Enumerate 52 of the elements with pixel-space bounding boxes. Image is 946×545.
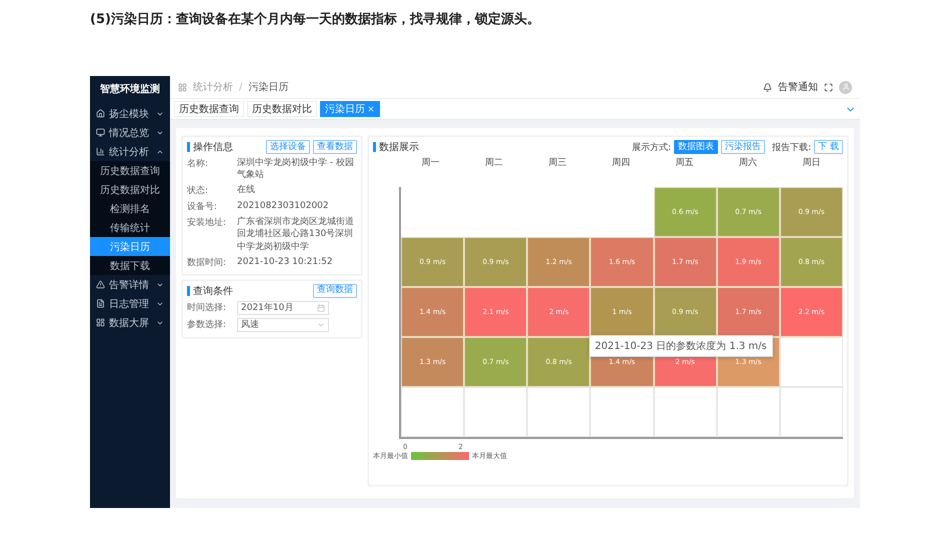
sidebar-subitem[interactable]: 数据下载 <box>90 256 170 275</box>
weekday-label: 周一 <box>422 157 440 169</box>
sidebar-item[interactable]: 数据大屏 <box>90 313 170 332</box>
select-field[interactable]: 风速 <box>237 318 329 332</box>
page-tab[interactable]: 历史数据查询 <box>174 101 244 117</box>
tooltip: 2021-10-23 日的参数浓度为 1.3 m/s <box>588 335 773 358</box>
field-label: 设备号: <box>187 200 218 214</box>
field-label: 状态: <box>187 184 210 198</box>
bell-icon[interactable] <box>763 82 772 92</box>
sidebar-item[interactable]: 扬尘模块 <box>90 104 170 123</box>
panel-title: 查询条件 <box>193 284 234 298</box>
weekday-label: 周五 <box>675 157 694 169</box>
panel-title: 数据展示 <box>379 141 420 154</box>
breadcrumb-separator: / <box>239 82 242 92</box>
page-heading: (5)污染日历：查询设备在某个月内每一天的数据指标，找寻规律，锁定源头。 <box>89 10 541 29</box>
field-label: 时间选择: <box>187 302 228 314</box>
field-value: 2021-10-23 10:21:52 <box>237 256 333 269</box>
sidebar-subitem[interactable]: 传输统计 <box>90 218 170 237</box>
weekday-label: 周四 <box>612 157 630 169</box>
sidebar-item[interactable]: 情况总览 <box>90 123 170 142</box>
field-value: 2021082303102002 <box>237 200 329 214</box>
sidebar-subitem[interactable]: 检测排名 <box>90 199 170 218</box>
download-label: 报告下载: <box>772 142 812 154</box>
sidebar-item[interactable]: 统计分析 <box>90 142 170 161</box>
field-value: 在线 <box>237 184 255 198</box>
sidebar-item[interactable]: 日志管理 <box>90 294 170 313</box>
field-value: 深圳中学龙岗初级中学 - 校园气象站 <box>237 157 355 182</box>
title-marker <box>373 142 376 152</box>
field-value: 广东省深圳市龙岗区龙城街道回龙埔社区最心路130号深圳中学龙岗初级中学 <box>237 216 355 253</box>
sidebar-subitem[interactable]: 历史数据查询 <box>90 161 170 180</box>
page-tab[interactable]: 历史数据对比 <box>247 101 317 117</box>
field-label: 名称: <box>187 158 210 171</box>
field-label: 参数选择: <box>187 318 228 332</box>
weekday-label: 周六 <box>738 156 757 169</box>
date-field[interactable]: 2021年10月 <box>237 300 329 315</box>
field-label: 安装地址: <box>187 216 228 230</box>
weekday-label: 周二 <box>485 157 504 169</box>
notice-link[interactable]: 告警通知 <box>778 80 818 94</box>
field-label: 数据时间: <box>187 256 228 269</box>
color-scale[interactable] <box>411 452 469 460</box>
title-marker <box>187 142 190 152</box>
app-title: 智慧环境监测 <box>99 82 161 97</box>
weekday-label: 周三 <box>548 157 567 169</box>
sidebar-item[interactable]: 告警详情 <box>90 275 170 294</box>
fullscreen-icon[interactable] <box>824 82 833 92</box>
calendar-icon <box>317 304 325 312</box>
title-marker <box>187 286 190 296</box>
weekday-label: 周日 <box>802 157 820 169</box>
mode-label: 展示方式: <box>632 142 672 154</box>
breadcrumb-item[interactable]: 污染日历 <box>248 80 288 94</box>
sidebar-subitem[interactable]: 历史数据对比 <box>90 180 170 199</box>
panel-title: 操作信息 <box>193 140 234 154</box>
